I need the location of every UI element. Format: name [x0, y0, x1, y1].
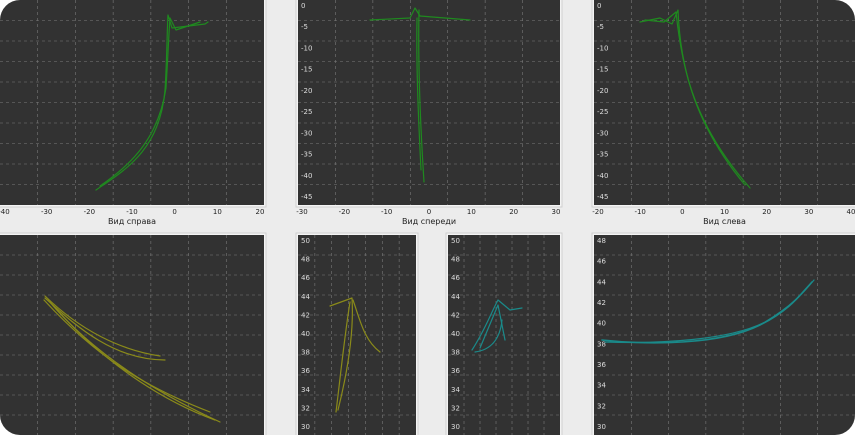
y-tick-label: -40 — [301, 172, 312, 180]
x-tick-label: 0 — [427, 208, 431, 216]
x-tick-label: 10 — [213, 208, 222, 216]
y-tick-label: 46 — [301, 274, 310, 282]
x-tick-label: 20 — [762, 208, 771, 216]
panel-front: 0 -5 -10 -15 -20 -25 -30 -35 -40 -45 -30 -20 -10 0 10 2… — [295, 0, 563, 226]
y-tick-label: -35 — [301, 151, 312, 159]
panel-bottom-4: 48 46 44 42 40 38 36 34 32 30 — [591, 232, 855, 435]
x-tick-label: -10 — [126, 208, 137, 216]
y-tick-label: -45 — [597, 193, 608, 201]
panel-caption: Вид спереди — [402, 217, 456, 226]
panel-side-right: -40 -30 -20 -10 0 10 20 Вид справа — [0, 0, 267, 226]
y-tick-label: 30 — [301, 423, 310, 431]
y-tick-label: 32 — [301, 404, 310, 412]
plot-grid: -40-30-20-1001020Вид справа0-5-10-15-20-… — [0, 0, 855, 435]
y-tick-label: 34 — [597, 382, 606, 390]
y-tick-label: -25 — [301, 108, 312, 116]
y-tick-label: 36 — [597, 361, 606, 369]
y-tick-label: -20 — [597, 87, 608, 95]
y-tick-label: 34 — [451, 386, 460, 394]
y-tick-label: 44 — [301, 293, 310, 301]
y-tick-label: 48 — [597, 237, 606, 245]
y-tick-label: 48 — [301, 256, 310, 264]
y-tick-label: 50 — [301, 237, 310, 245]
y-tick-label: 46 — [451, 274, 460, 282]
y-tick-label: -15 — [301, 66, 312, 74]
viewer-window: -40-30-20-1001020Вид справа0-5-10-15-20-… — [0, 0, 855, 435]
y-tick-label: -10 — [301, 44, 312, 52]
y-tick-label: 48 — [451, 256, 460, 264]
x-tick-label: 0 — [172, 208, 176, 216]
y-tick-label: 44 — [451, 293, 460, 301]
y-tick-label: 44 — [597, 278, 606, 286]
x-tick-label: -30 — [296, 208, 307, 216]
y-tick-label: -45 — [301, 193, 312, 201]
y-tick-label: 40 — [597, 320, 606, 328]
panel-side-left: 0 -5 -10 -15 -20 -25 -30 -35 -40 -45 -20 -10 0 10 20 30… — [591, 0, 855, 226]
y-tick-label: 36 — [451, 367, 460, 375]
plot-area — [298, 235, 416, 435]
x-tick-label: 10 — [720, 208, 729, 216]
x-tick-label: -40 — [0, 208, 10, 216]
x-tick-label: 30 — [552, 208, 561, 216]
x-tick-label: 10 — [467, 208, 476, 216]
x-tick-label: 20 — [256, 208, 265, 216]
y-tick-label: 30 — [597, 423, 606, 431]
y-tick-label: -5 — [597, 23, 604, 31]
x-tick-label: -10 — [381, 208, 392, 216]
y-tick-label: 36 — [301, 367, 310, 375]
y-tick-label: -5 — [301, 23, 308, 31]
y-tick-label: 0 — [597, 2, 601, 10]
y-tick-label: 38 — [597, 340, 606, 348]
y-tick-label: -20 — [301, 87, 312, 95]
x-tick-label: -20 — [84, 208, 95, 216]
y-tick-label: 32 — [451, 404, 460, 412]
panel-bottom-2: 50 48 46 44 42 40 38 36 34 32 30 — [295, 232, 419, 435]
x-tick-label: -10 — [634, 208, 645, 216]
y-tick-label: 40 — [301, 330, 310, 338]
y-tick-label: -30 — [301, 129, 312, 137]
y-tick-label: -25 — [597, 108, 608, 116]
y-tick-label: 32 — [597, 402, 606, 410]
x-tick-label: -20 — [592, 208, 603, 216]
panel-bottom-1 — [0, 232, 267, 435]
y-tick-label: 42 — [451, 311, 460, 319]
y-tick-label: 0 — [301, 2, 305, 10]
panel-caption: Вид справа — [108, 217, 156, 226]
x-tick-label: 0 — [680, 208, 684, 216]
y-tick-label: 42 — [301, 311, 310, 319]
y-tick-label: -30 — [597, 129, 608, 137]
y-tick-label: -35 — [597, 151, 608, 159]
y-tick-label: 50 — [451, 237, 460, 245]
x-tick-label: 20 — [509, 208, 518, 216]
x-tick-label: 40 — [847, 208, 855, 216]
x-tick-label: -30 — [41, 208, 52, 216]
x-tick-label: 30 — [804, 208, 813, 216]
plot-area — [594, 0, 855, 205]
y-tick-label: 40 — [451, 330, 460, 338]
y-tick-label: 34 — [301, 386, 310, 394]
panel-caption: Вид слева — [703, 217, 746, 226]
y-tick-label: 42 — [597, 299, 606, 307]
y-tick-label: -10 — [597, 44, 608, 52]
y-tick-label: -15 — [597, 66, 608, 74]
y-tick-label: 46 — [597, 258, 606, 266]
y-tick-label: 38 — [451, 349, 460, 357]
y-tick-label: 30 — [451, 423, 460, 431]
y-tick-label: -40 — [597, 172, 608, 180]
x-tick-label: -20 — [339, 208, 350, 216]
y-tick-label: 38 — [301, 349, 310, 357]
